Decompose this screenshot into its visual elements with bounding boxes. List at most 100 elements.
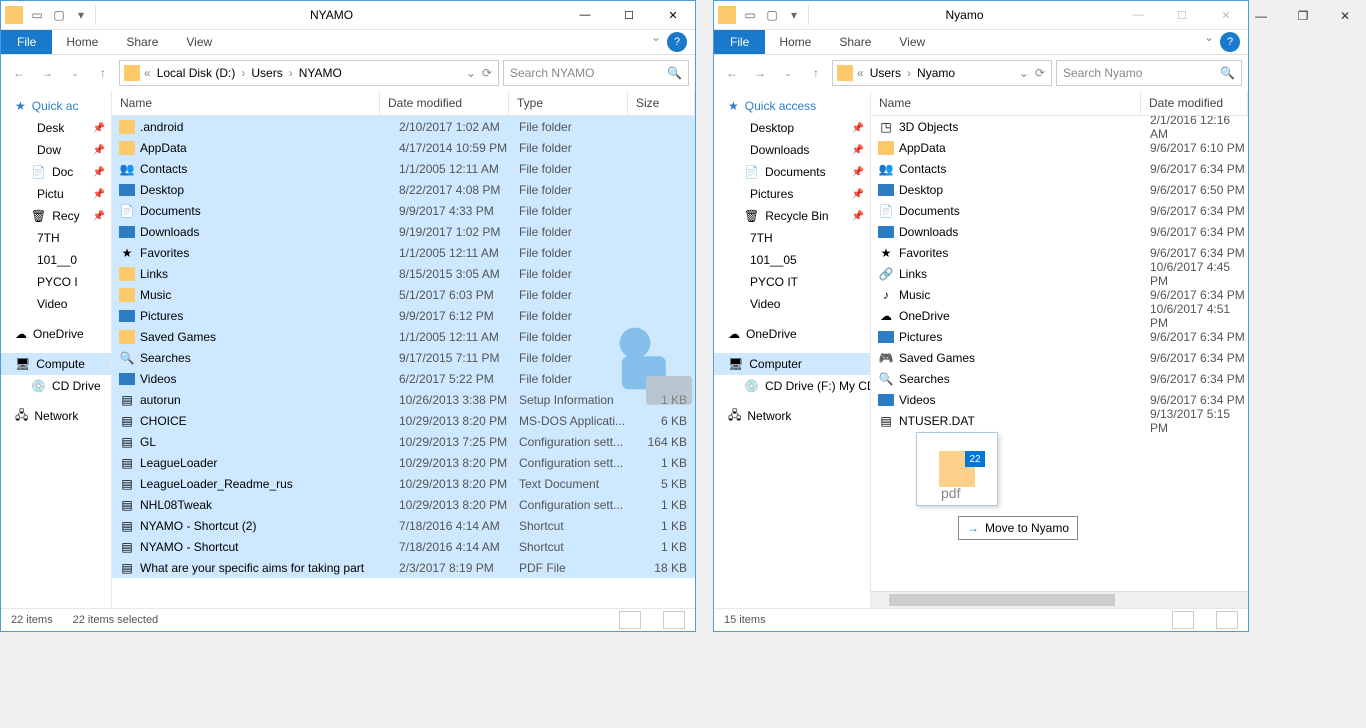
back-button[interactable]: ← xyxy=(720,61,744,85)
file-row[interactable]: Desktop9/6/2017 6:50 PM xyxy=(871,179,1248,200)
file-tab[interactable]: File xyxy=(714,30,765,54)
chevron-icon[interactable]: « xyxy=(142,66,153,80)
history-dropdown-icon[interactable]: ⌄ xyxy=(1017,66,1031,80)
details-view-icon[interactable] xyxy=(619,611,641,629)
chevron-icon[interactable]: « xyxy=(855,66,866,80)
file-row[interactable]: ★Favorites1/1/2005 12:11 AMFile folder xyxy=(112,242,695,263)
col-date[interactable]: Date modified xyxy=(1141,91,1248,115)
nav-item[interactable]: 🖧Network xyxy=(1,405,111,427)
nav-item[interactable]: Pictu📌 xyxy=(1,183,111,205)
col-date[interactable]: Date modified xyxy=(380,91,509,115)
properties-icon[interactable]: ▭ xyxy=(27,5,47,25)
nav-item[interactable]: 7TH xyxy=(714,227,870,249)
file-row[interactable]: ☁OneDrive10/6/2017 4:51 PM xyxy=(871,305,1248,326)
file-row[interactable]: Desktop8/22/2017 4:08 PMFile folder xyxy=(112,179,695,200)
help-icon[interactable]: ? xyxy=(1220,32,1240,52)
crumb[interactable]: Users xyxy=(868,66,903,80)
file-row[interactable]: ▤LeagueLoader_Readme_rus10/29/2013 8:20 … xyxy=(112,473,695,494)
file-row[interactable]: ▤NTUSER.DAT9/13/2017 5:15 PM xyxy=(871,410,1248,431)
file-row[interactable]: ▤LeagueLoader10/29/2013 8:20 PMConfigura… xyxy=(112,452,695,473)
thumbnails-view-icon[interactable] xyxy=(663,611,685,629)
nav-item[interactable]: Desktop📌 xyxy=(714,117,870,139)
thumbnails-view-icon[interactable] xyxy=(1216,611,1238,629)
chevron-icon[interactable]: › xyxy=(905,66,913,80)
nav-item[interactable]: 101__05 xyxy=(714,249,870,271)
crumb[interactable]: Users xyxy=(249,66,284,80)
file-row[interactable]: Downloads9/6/2017 6:34 PM xyxy=(871,221,1248,242)
nav-item[interactable]: 101__0 xyxy=(1,249,111,271)
file-row[interactable]: ▤NYAMO - Shortcut (2)7/18/2016 4:14 AMSh… xyxy=(112,515,695,536)
recent-dropdown-icon[interactable]: ⌄ xyxy=(63,61,87,85)
up-button[interactable]: ↑ xyxy=(804,61,828,85)
col-name[interactable]: Name xyxy=(112,91,380,115)
nav-item[interactable]: 🖧Network xyxy=(714,405,870,427)
file-row[interactable]: AppData4/17/2014 10:59 PMFile folder xyxy=(112,137,695,158)
file-row[interactable]: AppData9/6/2017 6:10 PM xyxy=(871,137,1248,158)
home-tab[interactable]: Home xyxy=(765,30,825,54)
maximize-button[interactable]: ☐ xyxy=(607,1,651,29)
nav-item[interactable]: ★Quick ac xyxy=(1,95,111,117)
search-input[interactable]: Search Nyamo 🔍 xyxy=(1056,60,1242,86)
expand-ribbon-icon[interactable]: ⌄ xyxy=(1204,30,1214,54)
file-row[interactable]: ▤CHOICE10/29/2013 8:20 PMMS-DOS Applicat… xyxy=(112,410,695,431)
nav-item[interactable]: PYCO I xyxy=(1,271,111,293)
qat-dropdown-icon[interactable]: ▾ xyxy=(71,5,91,25)
file-row[interactable]: 📄Documents9/6/2017 6:34 PM xyxy=(871,200,1248,221)
file-row[interactable]: Music5/1/2017 6:03 PMFile folder xyxy=(112,284,695,305)
back-button[interactable]: ← xyxy=(7,61,31,85)
nav-item[interactable]: Pictures📌 xyxy=(714,183,870,205)
nav-item[interactable]: Video xyxy=(714,293,870,315)
col-size[interactable]: Size xyxy=(628,91,695,115)
navigation-pane[interactable]: ★Quick accessDesktop📌Downloads📌📄Document… xyxy=(714,91,871,608)
file-row[interactable]: 📄Documents9/9/2017 4:33 PMFile folder xyxy=(112,200,695,221)
nav-item[interactable]: Downloads📌 xyxy=(714,139,870,161)
expand-ribbon-icon[interactable]: ⌄ xyxy=(651,30,661,54)
minimize-button[interactable]: — xyxy=(563,1,607,29)
titlebar[interactable]: ▭ ▢ ▾ Nyamo — ☐ ✕ xyxy=(714,1,1248,30)
file-row[interactable]: 🔗Links10/6/2017 4:45 PM xyxy=(871,263,1248,284)
chevron-icon[interactable]: › xyxy=(239,66,247,80)
refresh-icon[interactable]: ⟳ xyxy=(1033,66,1047,80)
file-row[interactable]: Pictures9/9/2017 6:12 PMFile folder xyxy=(112,305,695,326)
refresh-icon[interactable]: ⟳ xyxy=(480,66,494,80)
nav-item[interactable]: Video xyxy=(1,293,111,315)
nav-item[interactable]: 🗑Recycle Bin📌 xyxy=(714,205,870,227)
new-folder-icon[interactable]: ▢ xyxy=(49,5,69,25)
titlebar[interactable]: ▭ ▢ ▾ NYAMO — ☐ ✕ xyxy=(1,1,695,30)
maximize-button[interactable]: ☐ xyxy=(1160,1,1204,29)
breadcrumb[interactable]: « Users › Nyamo ⌄ ⟳ xyxy=(832,60,1052,86)
file-row[interactable]: ◳3D Objects2/1/2016 12:16 AM xyxy=(871,116,1248,137)
qat-dropdown-icon[interactable]: ▾ xyxy=(784,5,804,25)
os-close-icon[interactable]: ✕ xyxy=(1324,0,1366,32)
os-maximize-icon[interactable]: ❐ xyxy=(1282,0,1324,32)
file-tab[interactable]: File xyxy=(1,30,52,54)
file-row[interactable]: .android2/10/2017 1:02 AMFile folder xyxy=(112,116,695,137)
search-input[interactable]: Search NYAMO 🔍 xyxy=(503,60,689,86)
share-tab[interactable]: Share xyxy=(112,30,172,54)
crumb[interactable]: NYAMO xyxy=(297,66,344,80)
nav-item[interactable]: 📄Documents📌 xyxy=(714,161,870,183)
nav-item[interactable]: Dow📌 xyxy=(1,139,111,161)
file-row[interactable]: 🔍Searches9/6/2017 6:34 PM xyxy=(871,368,1248,389)
crumb[interactable]: Local Disk (D:) xyxy=(155,66,238,80)
view-tab[interactable]: View xyxy=(885,30,939,54)
new-folder-icon[interactable]: ▢ xyxy=(762,5,782,25)
file-row[interactable]: Downloads9/19/2017 1:02 PMFile folder xyxy=(112,221,695,242)
file-row[interactable]: ▤NYAMO - Shortcut7/18/2016 4:14 AMShortc… xyxy=(112,536,695,557)
details-view-icon[interactable] xyxy=(1172,611,1194,629)
file-row[interactable]: ▤NHL08Tweak10/29/2013 8:20 PMConfigurati… xyxy=(112,494,695,515)
file-row[interactable]: ▤autorun10/26/2013 3:38 PMSetup Informat… xyxy=(112,389,695,410)
horizontal-scrollbar[interactable] xyxy=(871,591,1248,608)
properties-icon[interactable]: ▭ xyxy=(740,5,760,25)
nav-item[interactable]: 📄Doc📌 xyxy=(1,161,111,183)
nav-item[interactable]: 7TH xyxy=(1,227,111,249)
recent-dropdown-icon[interactable]: ⌄ xyxy=(776,61,800,85)
file-row[interactable]: 🔍Searches9/17/2015 7:11 PMFile folder xyxy=(112,347,695,368)
help-icon[interactable]: ? xyxy=(667,32,687,52)
col-name[interactable]: Name xyxy=(871,91,1141,115)
close-button[interactable]: ✕ xyxy=(651,1,695,29)
scrollbar-thumb[interactable] xyxy=(889,594,1115,606)
history-dropdown-icon[interactable]: ⌄ xyxy=(464,66,478,80)
file-row[interactable]: 👥Contacts9/6/2017 6:34 PM xyxy=(871,158,1248,179)
nav-item[interactable]: 💿CD Drive xyxy=(1,375,111,397)
